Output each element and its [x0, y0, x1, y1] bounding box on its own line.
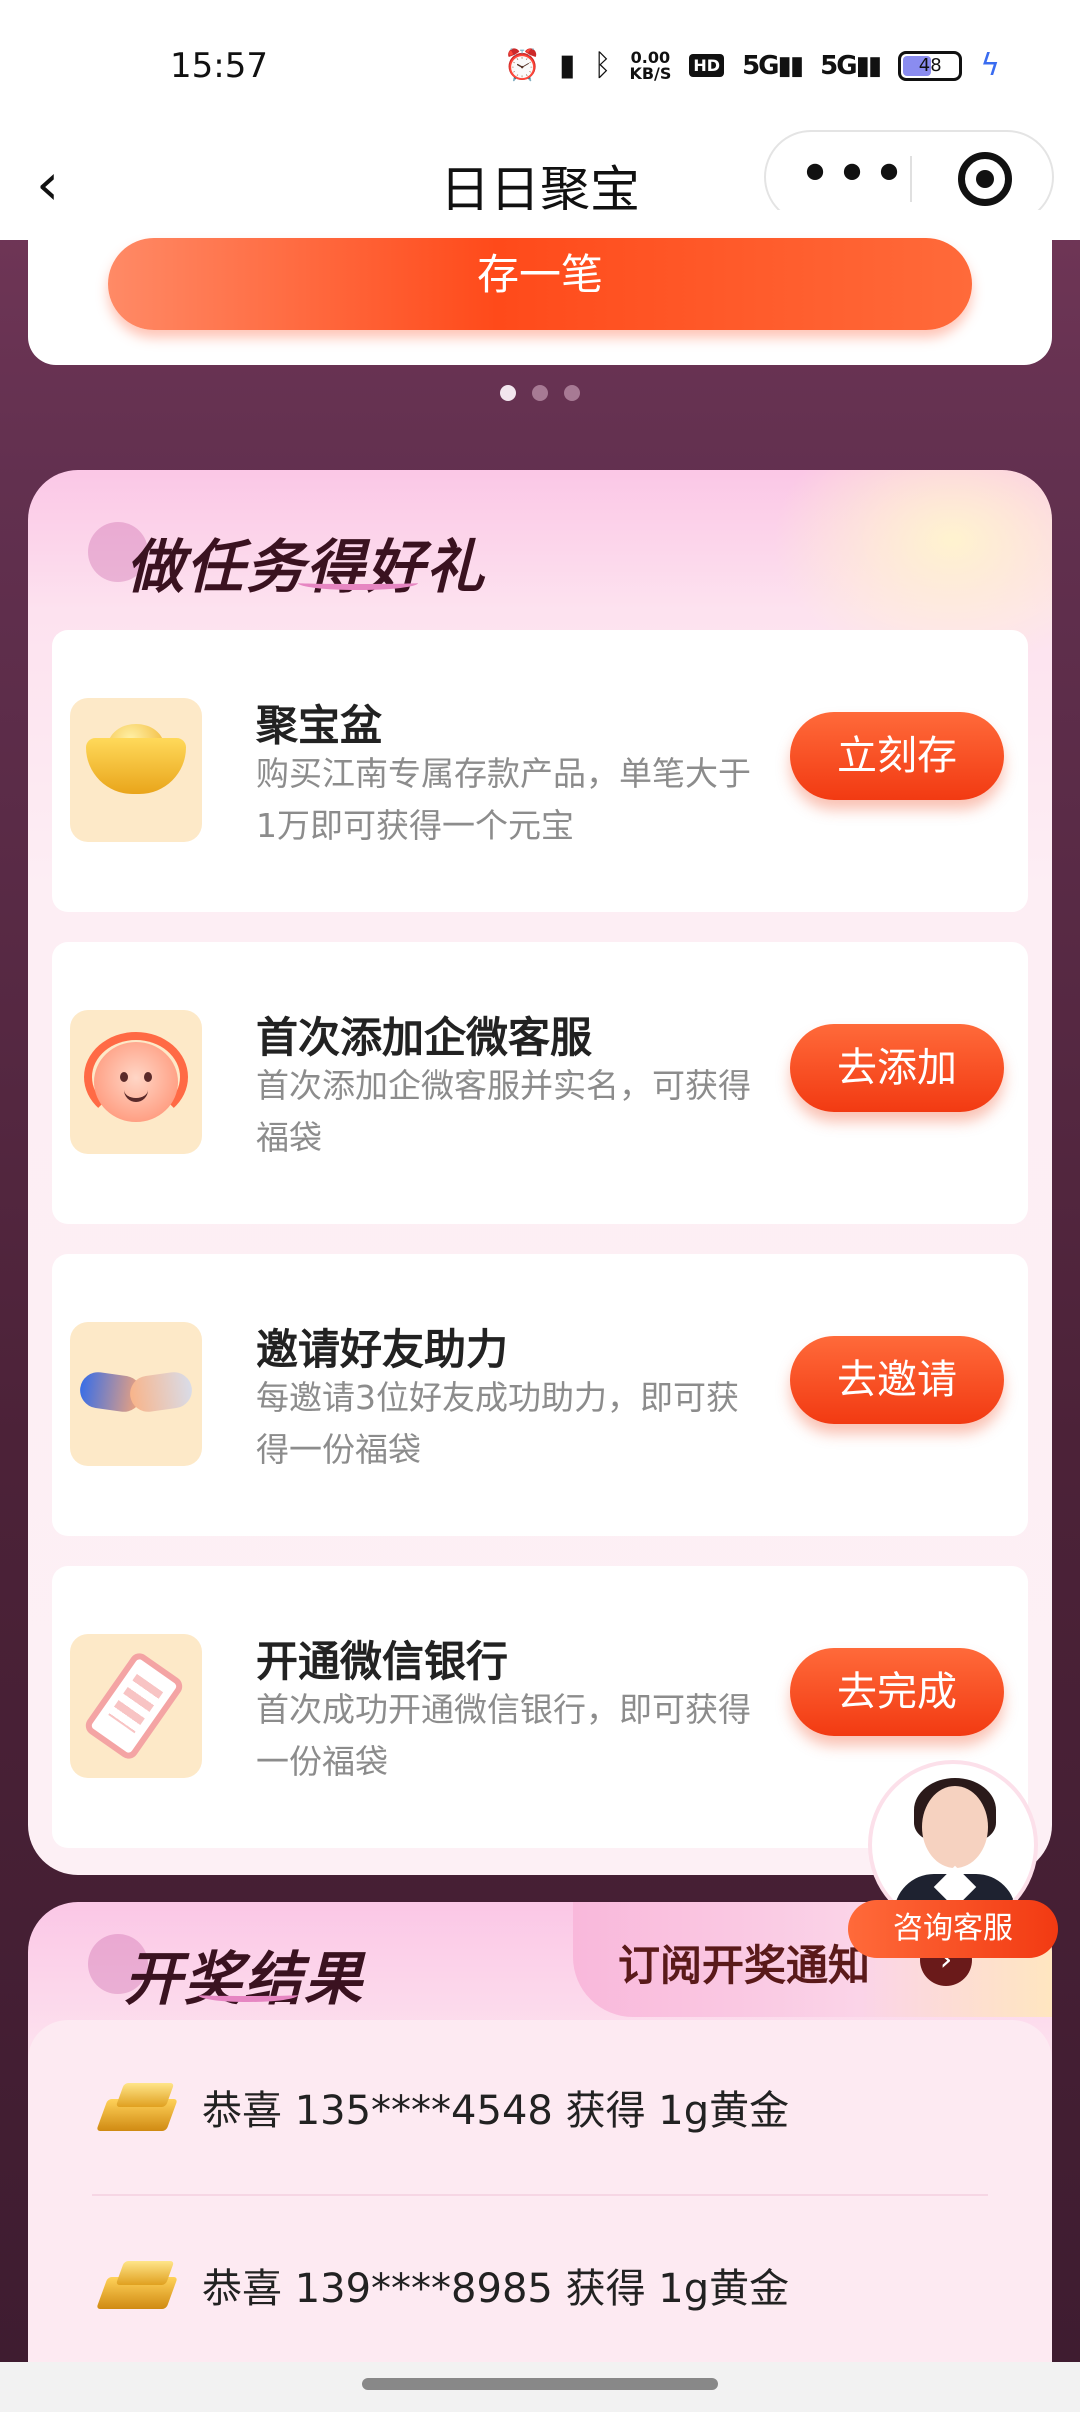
carousel-indicator [0, 385, 1080, 401]
task-description: 首次成功开通微信银行，即可获得一份福袋 [256, 1690, 751, 1781]
carousel-dot[interactable] [564, 385, 580, 401]
status-time: 15:57 [170, 46, 268, 86]
hd-icon: HD [689, 54, 725, 77]
status-icons: ⏰ ▮ ᛒ 0.00 KB/S HD 5G▮▮ 5G▮▮ 48 ϟ [504, 48, 1000, 83]
net-speed-unit: KB/S [629, 63, 672, 83]
phone-icon [70, 1634, 202, 1778]
signal-1-label: 5G [742, 50, 779, 81]
list-item: 恭喜 135****4548 获得 1g黄金 [96, 2062, 790, 2152]
winner-text: 恭喜 139****8985 获得 1g黄金 [202, 2266, 790, 2312]
face-shape [94, 1042, 178, 1122]
home-indicator[interactable] [362, 2378, 718, 2390]
winner-text: 恭喜 135****4548 获得 1g黄金 [202, 2088, 790, 2134]
section-title: 做任务得好礼 [126, 533, 487, 601]
agent-head [922, 1786, 988, 1868]
signal-icon-2: 5G▮▮ [820, 50, 882, 81]
network-speed: 0.00 KB/S [629, 49, 672, 83]
vibrate-icon: ▮ [558, 48, 576, 83]
deposit-card: 存一笔 [28, 210, 1052, 365]
eye [144, 1072, 152, 1082]
task-description: 每邀请3位好友成功助力，即可获得一份福袋 [256, 1378, 739, 1469]
task-description: 首次添加企微客服并实名，可获得福袋 [256, 1066, 751, 1157]
complete-button[interactable]: 去完成 [790, 1648, 1004, 1736]
task-section: 做任务得好礼 聚宝盆 购买江南专属存款产品，单笔大于1万即可获得一个元宝 立刻存… [28, 470, 1052, 1875]
battery-level: 48 [918, 54, 942, 76]
gold-ingot-icon [70, 698, 202, 842]
page: 15:57 ⏰ ▮ ᛒ 0.00 KB/S HD 5G▮▮ 5G▮▮ 48 ϟ ‹… [0, 0, 1080, 2412]
customer-service-float[interactable]: 咨询客服 [848, 1760, 1058, 1960]
row-divider [92, 2194, 988, 2196]
signal-2-label: 5G [820, 50, 857, 81]
list-item: 恭喜 139****8985 获得 1g黄金 [96, 2240, 790, 2330]
subscribe-notice-link[interactable]: 订阅开奖通知 [618, 1932, 870, 1993]
task-title: 首次添加企微客服 [256, 1013, 593, 1062]
capsule-divider [910, 156, 912, 202]
task-card: 聚宝盆 购买江南专属存款产品，单笔大于1万即可获得一个元宝 立刻存 [52, 630, 1028, 912]
section-title: 开奖结果 [124, 1945, 365, 2013]
gold-bar-upper [115, 2083, 175, 2107]
task-card: 首次添加企微客服 首次添加企微客服并实名，可获得福袋 去添加 [52, 942, 1028, 1224]
lottery-section: 订阅开奖通知 › 开奖结果 恭喜 135****4548 获得 1g黄金 恭喜 … [28, 1902, 1052, 2412]
handshake-icon [70, 1322, 202, 1466]
ingot-base [86, 738, 186, 794]
gold-bar-icon [96, 2257, 178, 2313]
title-swoosh [298, 576, 418, 590]
carousel-dot[interactable] [500, 385, 516, 401]
task-card: 邀请好友助力 每邀请3位好友成功助力，即可获得一份福袋 去邀请 [52, 1254, 1028, 1536]
add-service-button[interactable]: 去添加 [790, 1024, 1004, 1112]
right-hand [127, 1369, 195, 1415]
task-title: 邀请好友助力 [256, 1325, 509, 1374]
consult-service-button[interactable]: 咨询客服 [848, 1900, 1058, 1958]
deposit-button[interactable]: 存一笔 [108, 238, 972, 330]
more-options-icon[interactable]: ••• [794, 140, 914, 210]
task-description: 购买江南专属存款产品，单笔大于1万即可获得一个元宝 [256, 754, 751, 845]
alarm-icon: ⏰ [503, 48, 541, 83]
invite-button[interactable]: 去邀请 [790, 1336, 1004, 1424]
status-bar: 15:57 ⏰ ▮ ᛒ 0.00 KB/S HD 5G▮▮ 5G▮▮ 48 ϟ [0, 0, 1080, 130]
title-swoosh [198, 1988, 298, 2002]
gold-bar-icon [96, 2079, 178, 2135]
battery-icon: 48 [898, 50, 963, 81]
signal-icon-1: 5G▮▮ [742, 50, 804, 81]
deposit-now-button[interactable]: 立刻存 [790, 712, 1004, 800]
charging-icon: ϟ [980, 48, 1000, 83]
eye [120, 1072, 128, 1082]
task-title: 聚宝盆 [256, 701, 383, 750]
task-title: 开通微信银行 [256, 1637, 509, 1686]
gold-bar-upper [115, 2261, 175, 2285]
customer-service-icon [70, 1010, 202, 1154]
close-miniprogram-icon[interactable] [958, 152, 1012, 206]
bluetooth-icon: ᛒ [593, 48, 612, 83]
phone-shape [81, 1649, 187, 1763]
carousel-dot[interactable] [532, 385, 548, 401]
mouth [124, 1090, 148, 1102]
